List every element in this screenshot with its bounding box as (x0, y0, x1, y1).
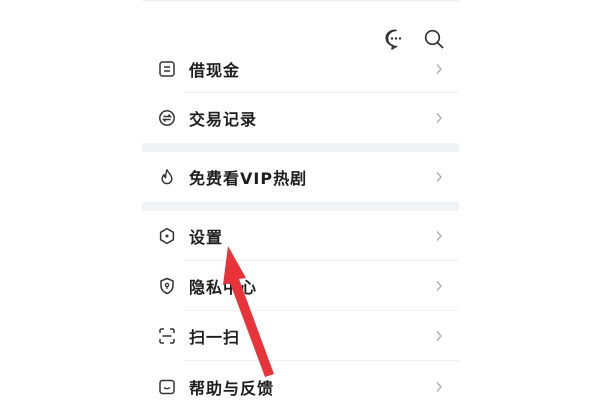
menu-item-label: 设置 (189, 228, 224, 247)
menu-item-settings[interactable]: 设置 (142, 213, 459, 259)
card-icon (159, 61, 175, 77)
chevron-right-icon (436, 172, 442, 182)
menu-item-label: 扫一扫 (189, 328, 241, 347)
settings-icon (159, 227, 175, 245)
section-gap (142, 202, 459, 211)
menu-item-scan[interactable]: 扫一扫 (142, 313, 459, 359)
chevron-right-icon (436, 331, 442, 341)
menu-item-label: 隐私中心 (189, 278, 258, 297)
menu-item-free-vip[interactable]: 免费看VIP热剧 (142, 154, 459, 200)
menu-item-transactions[interactable]: 交易记录 (142, 96, 459, 140)
menu-item-borrow-cash[interactable]: 借现金 (142, 47, 459, 91)
flame-icon (161, 169, 173, 185)
section-gap (142, 143, 459, 152)
shield-icon (160, 277, 174, 295)
menu-panel: 借现金 交易记录 免费看VIP热剧 设置 隐私中心 扫一扫 帮助与反馈 (142, 0, 459, 400)
chevron-right-icon (436, 281, 442, 291)
top-border (142, 0, 459, 1)
scan-icon (159, 328, 175, 344)
menu-item-label: 免费看VIP热剧 (189, 169, 308, 188)
feedback-icon (159, 379, 175, 395)
exchange-icon (159, 110, 175, 126)
chevron-right-icon (436, 113, 442, 123)
divider (184, 260, 459, 261)
chevron-right-icon (436, 382, 442, 392)
chevron-right-icon (436, 64, 442, 74)
menu-item-label: 借现金 (189, 61, 241, 80)
menu-item-label: 交易记录 (189, 110, 258, 129)
divider (184, 360, 459, 361)
menu-item-label: 帮助与反馈 (189, 379, 275, 398)
chevron-right-icon (436, 231, 442, 241)
divider (184, 310, 459, 311)
divider (184, 92, 459, 93)
menu-item-privacy-center[interactable]: 隐私中心 (142, 263, 459, 309)
menu-item-help-feedback[interactable]: 帮助与反馈 (142, 364, 459, 400)
